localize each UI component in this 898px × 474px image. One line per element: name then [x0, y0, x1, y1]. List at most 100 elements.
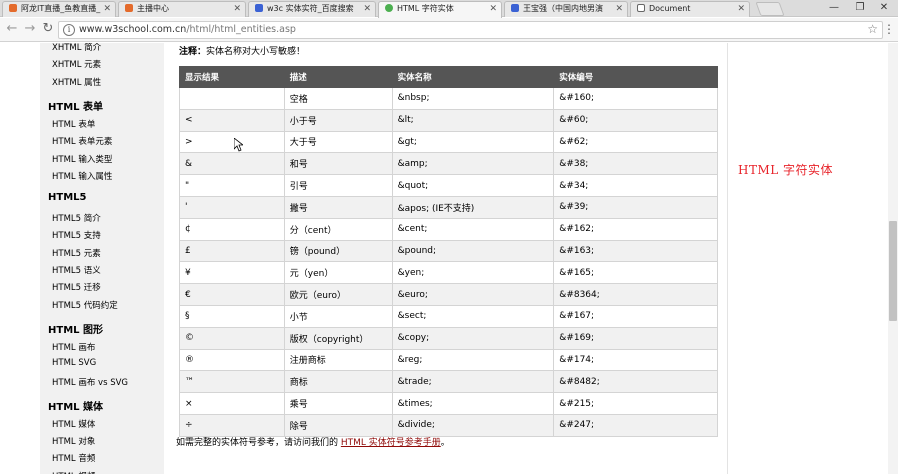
- close-window-icon[interactable]: ✕: [872, 0, 896, 16]
- description-cell: 乘号: [283, 392, 393, 415]
- sidebar-item[interactable]: HTML 视频: [52, 470, 95, 474]
- description-cell: 大于号: [283, 130, 393, 154]
- url-host: www.w3school.com.cn: [79, 24, 187, 35]
- sidebar-item[interactable]: HTML 输入类型: [52, 153, 112, 165]
- forward-icon[interactable]: →: [22, 21, 38, 37]
- sidebar-item[interactable]: HTML5 简介: [52, 212, 101, 224]
- description-cell: 撇号: [283, 195, 393, 219]
- address-bar[interactable]: i www.w3school.com.cn/html/html_entities…: [58, 21, 883, 39]
- sidebar-item[interactable]: HTML 媒体: [52, 418, 95, 430]
- sidebar-item[interactable]: XHTML 简介: [52, 43, 101, 53]
- sidebar-item[interactable]: HTML 音频: [52, 452, 95, 464]
- description-cell: 商标: [283, 370, 393, 394]
- sidebar-item[interactable]: HTML 表单: [52, 118, 95, 130]
- entity-number-cell: &#163;: [553, 239, 718, 263]
- sidebar-item[interactable]: HTML 画布 vs SVG: [52, 376, 128, 388]
- browser-toolbar: ← → ↻ i www.w3school.com.cn/html/html_en…: [0, 18, 898, 42]
- description-cell: 小节: [283, 304, 393, 328]
- sidebar-item[interactable]: HTML 画布: [52, 341, 95, 353]
- loading-icon: [385, 4, 393, 12]
- entity-name-cell: &quot;: [391, 174, 555, 197]
- sidebar-heading: HTML 表单: [48, 101, 103, 113]
- page-viewport: XHTML 简介 XHTML 元素 XHTML 属性 HTML 表单 HTML 表单 HT…: [0, 43, 898, 474]
- entity-name-cell: &divide;: [391, 413, 555, 437]
- bookmark-star-icon[interactable]: ☆: [867, 22, 878, 36]
- sidebar-nav: XHTML 简介 XHTML 元素 XHTML 属性 HTML 表单 HTML 表单 HT…: [40, 43, 164, 474]
- result-cell: ®: [179, 348, 285, 372]
- minimize-icon[interactable]: —: [822, 0, 846, 16]
- url-text[interactable]: www.w3school.com.cn/html/html_entities.a…: [79, 24, 296, 35]
- site-favicon-icon: [255, 4, 263, 12]
- tab-0[interactable]: 阿龙IT直播_鱼教直播_ ✕: [2, 1, 116, 17]
- entity-name-cell: &nbsp;: [391, 87, 555, 110]
- sidebar-item[interactable]: HTML5 代码约定: [52, 299, 118, 311]
- description-cell: 版权（copyright）: [283, 326, 393, 350]
- description-cell: 除号: [283, 413, 393, 437]
- close-tab-icon[interactable]: ✕: [737, 2, 745, 16]
- reload-icon[interactable]: ↻: [40, 21, 56, 37]
- tab-3-active[interactable]: HTML 字符实体 ✕: [378, 1, 502, 18]
- table-row: 空格 &nbsp; &#160;: [179, 87, 718, 110]
- close-tab-icon[interactable]: ✕: [103, 2, 111, 16]
- reference-note: 如需完整的实体符号参考，请访问我们的 HTML 实体符号参考手册。: [176, 435, 450, 448]
- tab-2[interactable]: w3c 实体实符_百度搜索 ✕: [248, 1, 376, 17]
- table-row: & 和号 &amp; &#38;: [179, 152, 718, 176]
- column-header: 显示结果: [179, 66, 285, 88]
- sidebar-item[interactable]: HTML5 语义: [52, 264, 101, 276]
- table-row: × 乘号 &times; &#215;: [179, 392, 718, 415]
- result-cell: [179, 87, 285, 110]
- table-row: > 大于号 &gt; &#62;: [179, 130, 718, 154]
- page-scrollbar[interactable]: [888, 43, 898, 474]
- entity-number-cell: &#165;: [553, 261, 718, 285]
- sidebar-item[interactable]: XHTML 元素: [52, 58, 101, 70]
- sidebar-item[interactable]: HTML 对象: [52, 435, 95, 447]
- sidebar-item[interactable]: HTML 表单元素: [52, 135, 112, 147]
- tab-4[interactable]: 王宝强（中国内地男演 ✕: [504, 1, 628, 17]
- site-favicon-icon: [9, 4, 17, 12]
- browser-menu-icon[interactable]: ⋮: [883, 22, 895, 36]
- table-row: € 欧元（euro） &euro; &#8364;: [179, 283, 718, 306]
- description-cell: 引号: [283, 174, 393, 197]
- url-path: /html/html_entities.asp: [186, 24, 296, 35]
- close-tab-icon[interactable]: ✕: [615, 2, 623, 16]
- tab-1[interactable]: 主播中心 ✕: [118, 1, 246, 17]
- entity-name-cell: &yen;: [391, 261, 555, 285]
- new-tab-button[interactable]: [755, 2, 785, 16]
- close-tab-icon[interactable]: ✕: [489, 2, 497, 16]
- result-cell: ™: [179, 370, 285, 394]
- sidebar-item[interactable]: HTML 输入属性: [52, 170, 112, 182]
- sidebar-item[interactable]: HTML5 迁移: [52, 281, 101, 293]
- description-cell: 和号: [283, 152, 393, 176]
- main-content: 注释：实体名称对大小写敏感！ 显示结果 描述 实体名称 实体编号 空格 &nbsp; &#…: [164, 43, 728, 474]
- description-cell: 分（cent）: [283, 217, 393, 241]
- entity-number-cell: &#8482;: [553, 370, 718, 394]
- back-icon[interactable]: ←: [4, 21, 20, 37]
- result-cell: ¥: [179, 261, 285, 285]
- tab-title: Document: [649, 4, 691, 13]
- table-row: ' 撇号 &apos; (IE不支持) &#39;: [179, 195, 718, 219]
- close-tab-icon[interactable]: ✕: [363, 2, 371, 16]
- tab-5[interactable]: Document ✕: [630, 1, 750, 17]
- tab-title: w3c 实体实符_百度搜索: [267, 4, 354, 13]
- entity-number-cell: &#39;: [553, 195, 718, 219]
- maximize-icon[interactable]: ❐: [848, 0, 872, 16]
- site-favicon-icon: [511, 4, 519, 12]
- result-cell: £: [179, 239, 285, 263]
- entity-reference-link[interactable]: HTML 实体符号参考手册: [341, 438, 441, 448]
- sidebar-item[interactable]: HTML5 支持: [52, 229, 101, 241]
- sidebar-item[interactable]: HTML SVG: [52, 358, 96, 368]
- column-header: 实体编号: [553, 66, 718, 88]
- result-cell: ©: [179, 326, 285, 350]
- close-tab-icon[interactable]: ✕: [233, 2, 241, 16]
- entity-number-cell: &#169;: [553, 326, 718, 350]
- description-cell: 元（yen）: [283, 261, 393, 285]
- entity-number-cell: &#167;: [553, 304, 718, 328]
- scrollbar-thumb[interactable]: [889, 221, 897, 321]
- entity-name-cell: &reg;: [391, 348, 555, 372]
- info-icon[interactable]: i: [63, 24, 75, 36]
- result-cell: &: [179, 152, 285, 176]
- sidebar-item[interactable]: XHTML 属性: [52, 76, 101, 88]
- entity-name-cell: &trade;: [391, 370, 555, 394]
- sidebar-item[interactable]: HTML5 元素: [52, 247, 101, 259]
- overlay-caption: HTML 字符实体: [738, 163, 834, 177]
